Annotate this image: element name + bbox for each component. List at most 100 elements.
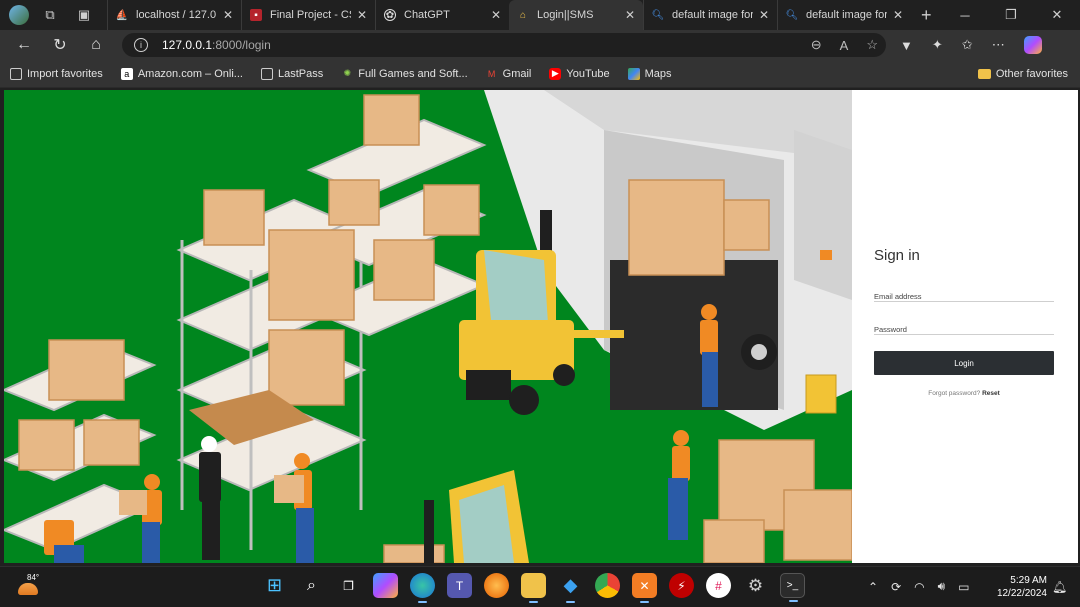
- notification-bell-icon[interactable]: 🔔︎: [1052, 580, 1067, 594]
- close-icon[interactable]: ✕: [759, 8, 769, 22]
- workspaces-icon[interactable]: ⧉: [39, 4, 61, 26]
- system-tray: ⌃ ⟳ ◠ 🔊︎ ▭: [868, 579, 970, 594]
- phpmyadmin-icon: ⛵: [115, 9, 129, 21]
- favorite-label: Maps: [644, 67, 672, 80]
- email-label: Email address: [874, 292, 922, 301]
- tab-login-sms[interactable]: ⌂ Login||SMS ✕: [509, 0, 643, 30]
- restore-button[interactable]: ❐: [988, 7, 1034, 23]
- email-field[interactable]: Email address: [874, 286, 1054, 302]
- favorites-icon[interactable]: ✩: [962, 37, 973, 53]
- filezilla-icon[interactable]: ⚡︎: [669, 573, 694, 598]
- wifi-icon[interactable]: ◠: [914, 580, 924, 594]
- other-favorites[interactable]: Other favorites: [977, 60, 1068, 88]
- close-icon[interactable]: ✕: [491, 8, 501, 22]
- favorites-bar: Import favorites a Amazon.com – Onli... L…: [0, 60, 1080, 88]
- teams-icon[interactable]: T: [447, 573, 472, 598]
- chrome-icon[interactable]: [595, 573, 620, 598]
- battery-icon[interactable]: ▭: [958, 580, 969, 594]
- close-icon[interactable]: ✕: [625, 8, 635, 22]
- taskbar-apps: ⊞ ⌕ ❐ T ◆ ✕ ⚡︎ # ⚙ >_: [262, 573, 805, 603]
- favorite-label: Gmail: [502, 67, 532, 80]
- chatgpt-icon: ✿: [384, 9, 396, 21]
- date: 12/22/2024: [996, 588, 1047, 599]
- favorite-youtube[interactable]: ▶ YouTube: [549, 67, 610, 80]
- password-field[interactable]: Password: [874, 319, 1054, 335]
- slack-icon[interactable]: #: [706, 573, 731, 598]
- read-aloud-icon[interactable]: A: [840, 38, 849, 53]
- import-icon: [10, 67, 22, 80]
- close-icon[interactable]: ✕: [223, 8, 233, 22]
- reset-link[interactable]: Reset: [982, 390, 1000, 397]
- forgot-password-label: Forgot password?: [928, 390, 981, 397]
- favorite-lastpass[interactable]: LastPass: [260, 67, 323, 80]
- extensions-icon[interactable]: ✦: [932, 37, 943, 53]
- sync-icon[interactable]: ⟳: [891, 580, 901, 594]
- zoom-icon[interactable]: ⊖: [811, 37, 822, 53]
- tab-default-image-1[interactable]: 🔍︎ default image for ✕: [643, 0, 777, 30]
- xampp-icon[interactable]: ✕: [632, 573, 657, 603]
- task-view-icon[interactable]: ❐: [336, 573, 361, 598]
- more-menu-icon[interactable]: ⋯: [992, 37, 1005, 53]
- tab-localhost[interactable]: ⛵ localhost / 127.0.0.1 ✕: [107, 0, 241, 30]
- favorite-label: Import favorites: [27, 67, 103, 80]
- edge-icon[interactable]: [410, 573, 435, 603]
- tab-title: default image for: [672, 9, 753, 21]
- amazon-icon: a: [120, 67, 133, 80]
- clock[interactable]: 5:29 AM 12/22/2024: [985, 574, 1047, 600]
- vscode-icon[interactable]: ◆: [558, 573, 583, 603]
- temperature: 84°: [27, 573, 40, 582]
- settings-gear-icon[interactable]: ⚙: [743, 573, 768, 598]
- search-icon: 🔍︎: [785, 9, 799, 21]
- university-icon: ▪: [250, 9, 262, 21]
- tab-title: Final Project - CSE: [270, 9, 351, 21]
- sign-in-heading: Sign in: [874, 247, 920, 264]
- windows-start-icon[interactable]: ⊞: [262, 573, 287, 598]
- password-label: Password: [874, 325, 907, 334]
- tab-title: localhost / 127.0.0.1: [136, 9, 217, 21]
- favorite-star-icon[interactable]: ☆: [866, 37, 878, 53]
- tab-title: ChatGPT: [404, 9, 450, 21]
- login-button[interactable]: Login: [874, 351, 1054, 375]
- sign-in-form: Sign in Email address Password Login For…: [874, 90, 1054, 563]
- toolbar-extensions: ▼ ✦ ✩ ⋯: [900, 30, 1042, 60]
- taskbar: 84° ⊞ ⌕ ❐ T ◆ ✕ ⚡︎ # ⚙ >_ ⌃ ⟳ ◠ 🔊︎ ▭ 5:2…: [0, 566, 1080, 607]
- home-button[interactable]: ⌂: [78, 36, 114, 54]
- address-bar[interactable]: i 127.0.0.1:8000/login ⊖ A ☆: [122, 33, 886, 57]
- close-icon[interactable]: ✕: [357, 8, 367, 22]
- back-button[interactable]: ←: [6, 36, 42, 54]
- page-viewport: Sign in Email address Password Login For…: [4, 90, 1078, 563]
- vertical-tabs-icon[interactable]: ▣: [73, 4, 95, 26]
- weather-widget[interactable]: 84°: [16, 573, 40, 601]
- vpn-extension-icon[interactable]: ▼: [900, 38, 913, 53]
- window-close-button[interactable]: ✕: [1034, 7, 1080, 23]
- favorite-maps[interactable]: Maps: [627, 67, 672, 80]
- file-explorer-icon[interactable]: [521, 573, 546, 603]
- firefox-icon[interactable]: [484, 573, 509, 598]
- copilot-icon[interactable]: [373, 573, 398, 598]
- tab-strip: ⧉ ▣ ⛵ localhost / 127.0.0.1 ✕ ▪ Final Pr…: [0, 0, 1080, 30]
- favorite-gmail[interactable]: M Gmail: [486, 67, 532, 80]
- new-tab-button[interactable]: +: [921, 5, 932, 26]
- gear-icon: ✺: [343, 68, 351, 78]
- profile-avatar[interactable]: [9, 5, 29, 25]
- close-icon[interactable]: ✕: [893, 8, 903, 22]
- copilot-icon[interactable]: [1023, 36, 1042, 54]
- tab-default-image-2[interactable]: 🔍︎ default image for ✕: [777, 0, 911, 30]
- other-favorites-label: Other favorites: [995, 68, 1068, 80]
- document-icon: [260, 67, 273, 80]
- site-info-icon[interactable]: i: [134, 38, 148, 52]
- minimize-button[interactable]: ─: [942, 8, 988, 23]
- volume-icon[interactable]: 🔊︎: [938, 579, 946, 594]
- tab-chatgpt[interactable]: ✿ ChatGPT ✕: [375, 0, 509, 30]
- tab-final-project[interactable]: ▪ Final Project - CSE ✕: [241, 0, 375, 30]
- favorite-import[interactable]: Import favorites: [10, 67, 103, 80]
- favorite-amazon[interactable]: a Amazon.com – Onli...: [120, 67, 243, 80]
- favorite-games[interactable]: ✺ Full Games and Soft...: [341, 68, 467, 80]
- forgot-password-text: Forgot password? Reset: [874, 390, 1054, 397]
- terminal-icon[interactable]: >_: [780, 573, 805, 602]
- chevron-up-icon[interactable]: ⌃: [868, 580, 878, 594]
- time: 5:29 AM: [1010, 575, 1047, 586]
- favorite-label: Amazon.com – Onli...: [137, 67, 243, 80]
- refresh-button[interactable]: ↻: [42, 35, 78, 55]
- search-icon[interactable]: ⌕: [299, 573, 324, 598]
